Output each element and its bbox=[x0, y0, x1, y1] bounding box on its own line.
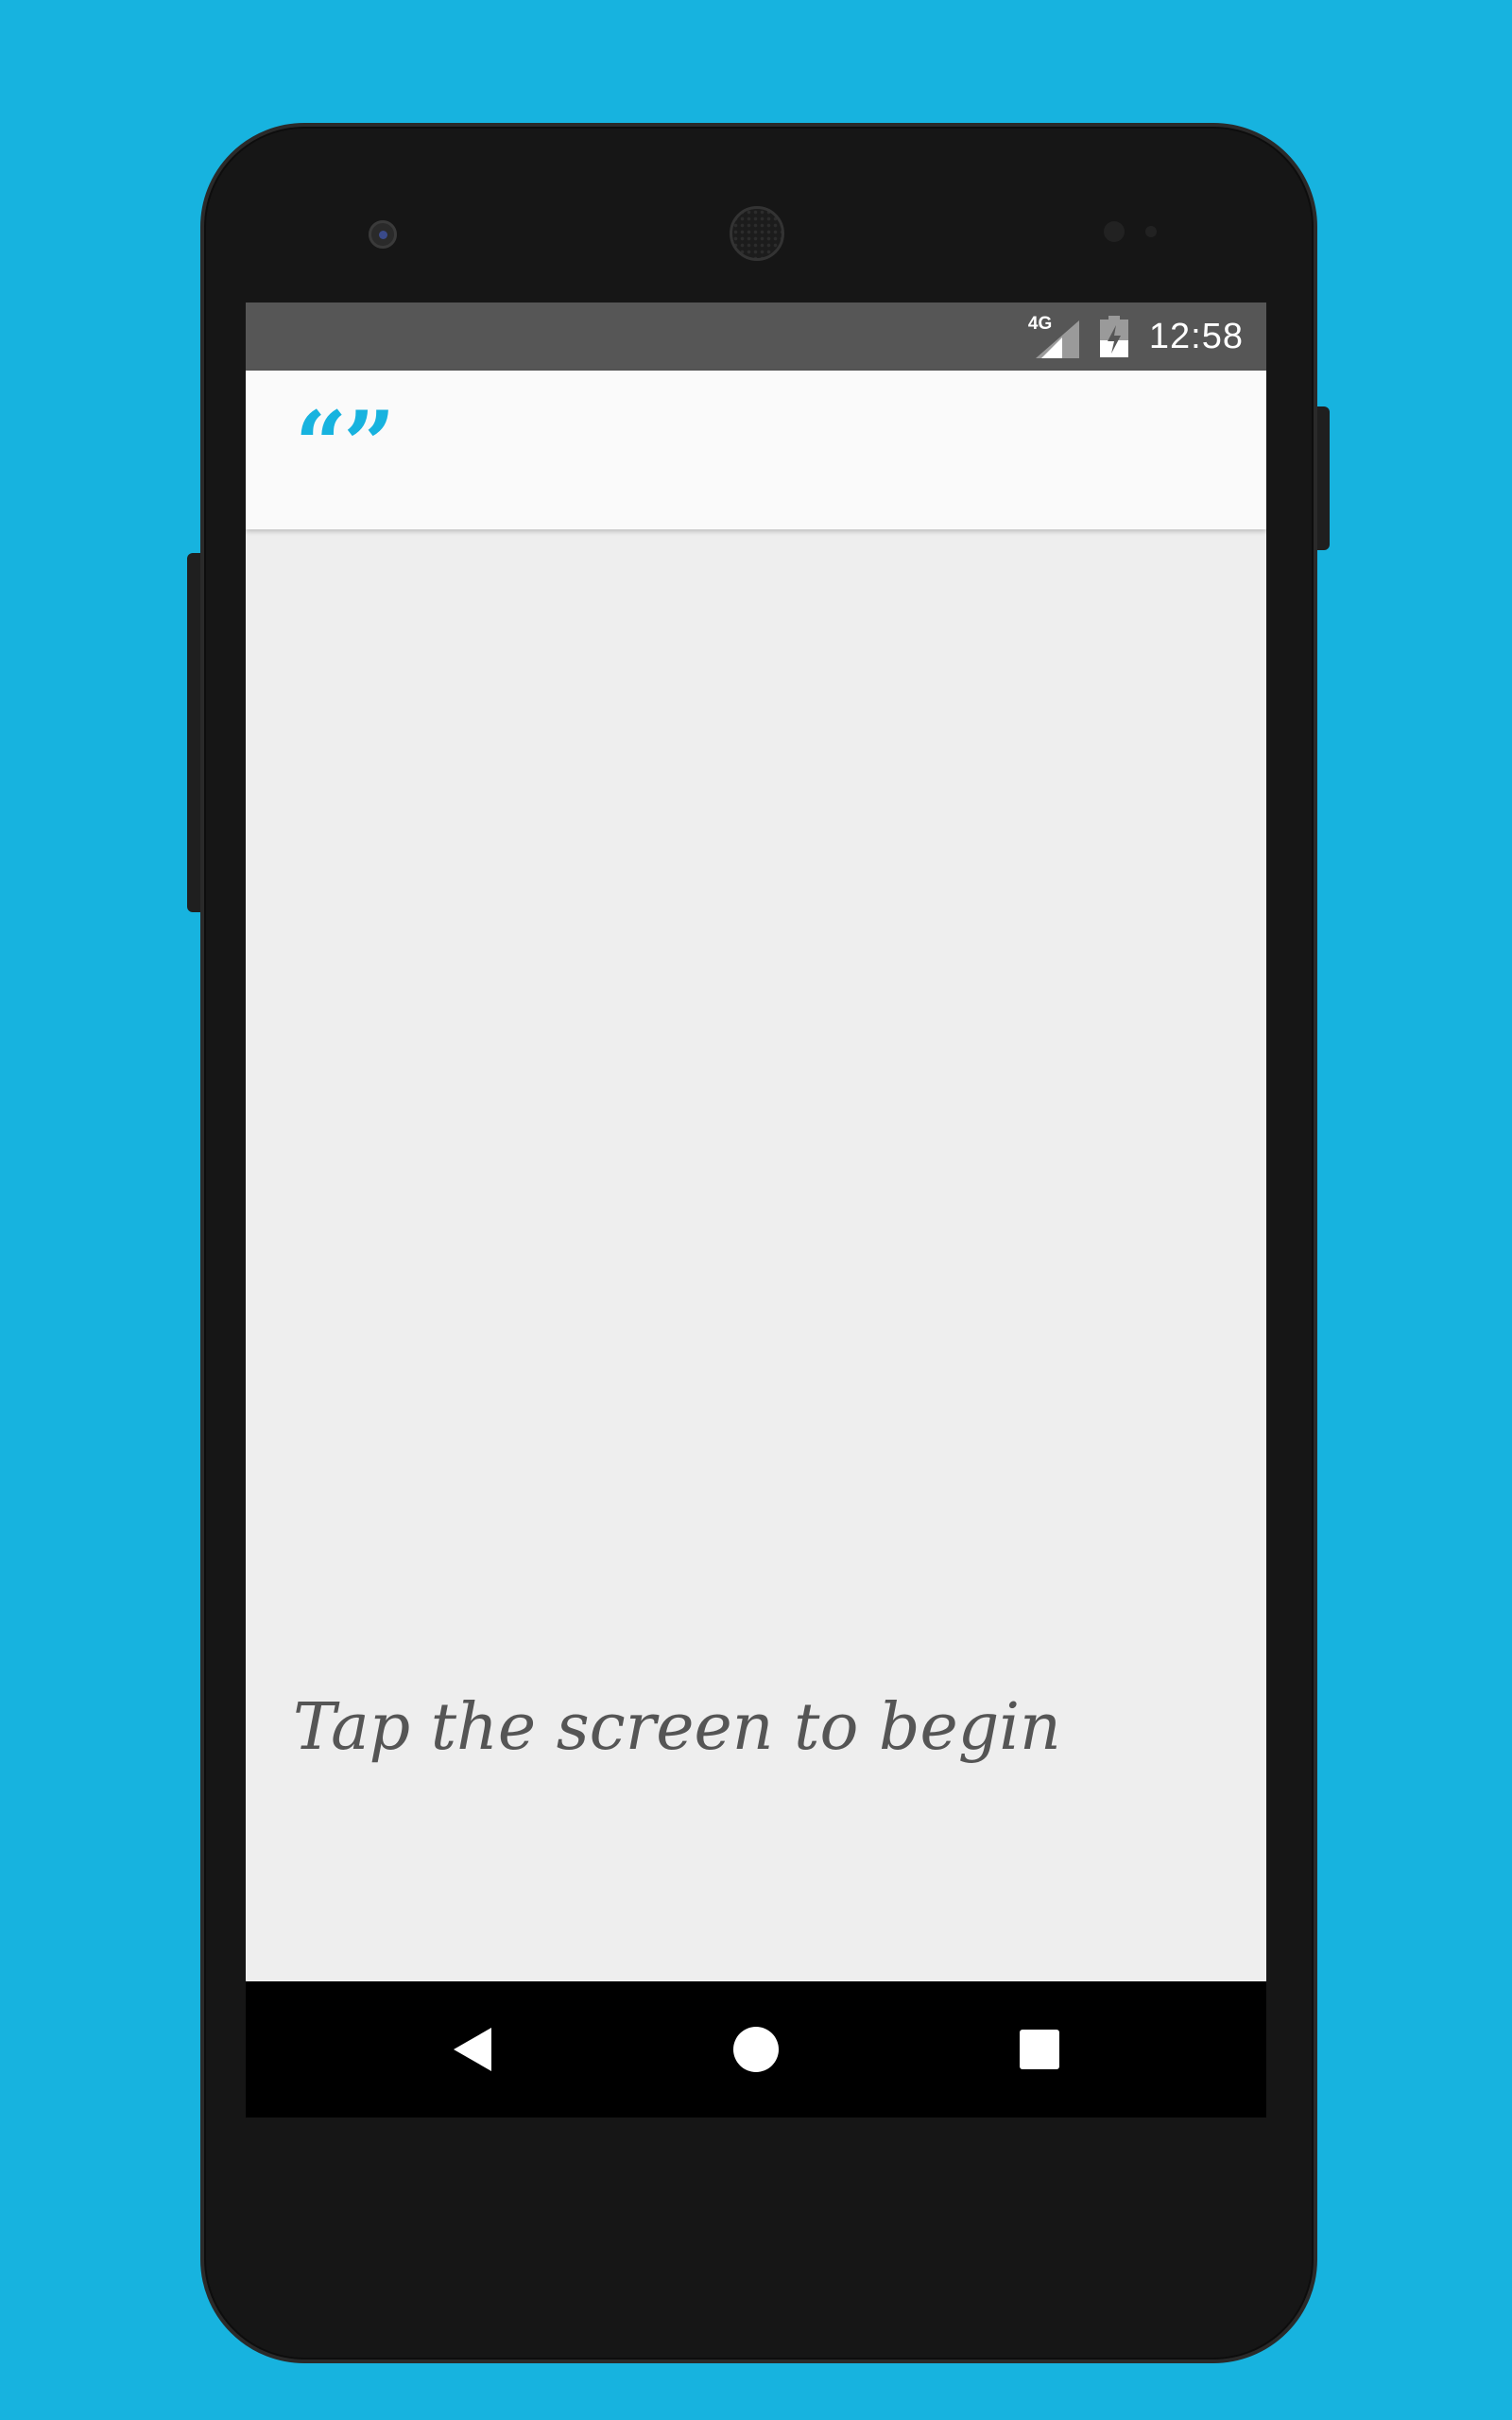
home-button[interactable] bbox=[722, 2015, 790, 2083]
home-icon bbox=[733, 2027, 779, 2072]
quotes-logo: “” bbox=[295, 391, 395, 498]
earpiece-speaker bbox=[730, 206, 784, 261]
status-icons: 4G 12:58 bbox=[1028, 302, 1244, 371]
status-bar: 4G 12:58 bbox=[246, 302, 1266, 371]
back-button[interactable] bbox=[438, 2015, 507, 2083]
battery-charging-icon bbox=[1099, 316, 1128, 357]
navigation-bar bbox=[246, 1981, 1266, 2118]
power-button bbox=[1316, 406, 1330, 550]
tap-area[interactable]: Tap the screen to begin bbox=[246, 529, 1266, 1981]
status-clock: 12:58 bbox=[1148, 316, 1244, 356]
proximity-sensor bbox=[1104, 221, 1125, 242]
recents-button[interactable] bbox=[1005, 2015, 1074, 2083]
signal-icon bbox=[1035, 320, 1079, 358]
app-bar: “” bbox=[246, 371, 1266, 529]
front-camera bbox=[369, 220, 397, 249]
start-prompt: Tap the screen to begin bbox=[293, 1690, 1061, 1765]
back-icon bbox=[454, 2028, 491, 2071]
signal-indicator: 4G bbox=[1028, 315, 1079, 358]
recents-icon bbox=[1020, 2030, 1059, 2069]
light-sensor bbox=[1145, 226, 1157, 237]
device-screen: 4G 12:58 “” Tap the screen to begin bbox=[246, 302, 1266, 2118]
